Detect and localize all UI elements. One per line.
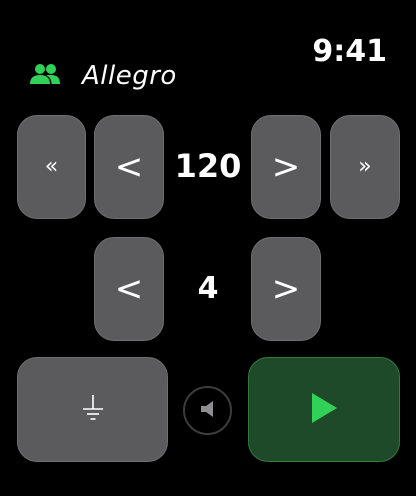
metronome-screen: { "header": { "title": "Allegro", "time"…	[0, 0, 416, 496]
play-icon	[309, 391, 339, 429]
beats-increase-button[interactable]: >	[251, 237, 321, 341]
chevron-left-icon: <	[114, 269, 144, 309]
chevron-left-icon: <	[114, 147, 144, 187]
chevron-right-icon: >	[271, 269, 301, 309]
speaker-icon	[199, 399, 217, 423]
chevron-right-icon: >	[271, 147, 301, 187]
tempo-decrease-button[interactable]: <	[94, 115, 164, 219]
tempo-fast-increase-button[interactable]: »	[330, 115, 400, 219]
people-icon[interactable]	[29, 63, 61, 87]
tempo-fast-decrease-button[interactable]: «	[17, 115, 86, 219]
mute-button[interactable]	[183, 386, 232, 435]
tempo-increase-button[interactable]: >	[251, 115, 321, 219]
tap-button[interactable]	[17, 357, 168, 462]
tempo-value: 120	[174, 147, 242, 185]
play-button[interactable]	[248, 357, 400, 462]
beats-value: 4	[197, 271, 219, 306]
page-title: Allegro	[82, 61, 177, 91]
beats-decrease-button[interactable]: <	[94, 237, 164, 341]
status-time: 9:41	[312, 34, 387, 69]
double-chevron-right-icon: »	[358, 154, 372, 179]
double-chevron-left-icon: «	[44, 154, 59, 179]
ground-icon	[81, 393, 105, 427]
